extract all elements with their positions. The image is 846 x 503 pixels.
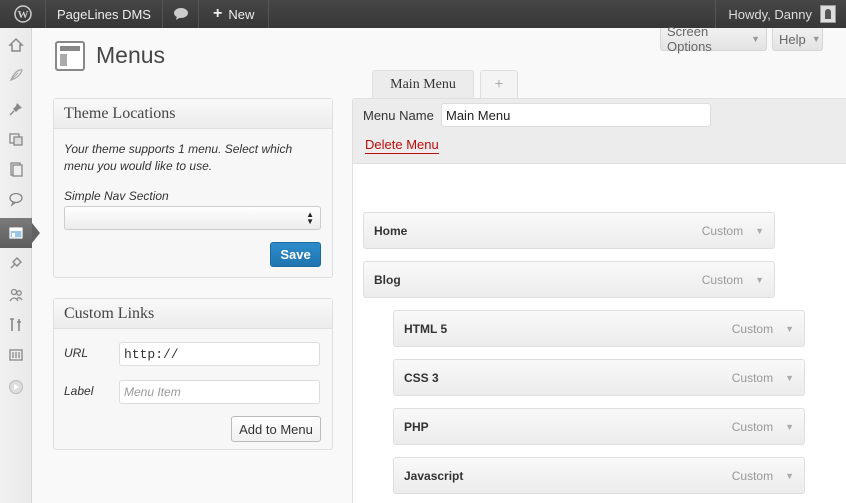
menu-settings[interactable] <box>0 340 32 370</box>
menu-item[interactable]: Javascript Custom ▼ <box>393 457 805 494</box>
tools-icon <box>10 318 21 331</box>
comments-icon <box>9 192 23 207</box>
select-arrows-icon: ▲ ▼ <box>306 210 314 226</box>
menu-item[interactable]: PHP Custom ▼ <box>393 408 805 445</box>
menu-name-input[interactable]: Main Menu <box>441 103 711 127</box>
users-icon <box>9 288 23 302</box>
admin-side-menu <box>0 28 40 503</box>
media-icon <box>9 133 23 146</box>
help-button[interactable]: Help ▼ <box>772 28 823 51</box>
link-label-label: Label <box>64 384 94 398</box>
url-input[interactable]: http:// <box>119 342 320 366</box>
menu-item-type: Custom <box>701 223 744 238</box>
simple-nav-section-label: Simple Nav Section <box>64 189 169 203</box>
menu-pagelines-dms[interactable] <box>0 60 32 90</box>
delete-menu-link[interactable]: Delete Menu <box>365 137 439 154</box>
menu-name-label: Menu Name <box>363 108 434 123</box>
new-content-button[interactable]: + New <box>199 0 270 28</box>
expand-arrow-icon[interactable]: ▼ <box>785 373 794 383</box>
tab-add-menu[interactable]: + <box>480 70 518 99</box>
expand-arrow-icon[interactable]: ▼ <box>785 422 794 432</box>
menus-page-icon <box>55 41 85 71</box>
chevron-down-icon: ▼ <box>811 34 821 44</box>
save-button[interactable]: Save <box>270 242 321 267</box>
new-label: New <box>228 6 255 22</box>
theme-locations-description: Your theme supports 1 menu. Select which… <box>64 142 293 173</box>
help-label: Help <box>779 31 806 47</box>
menu-item-type: Custom <box>731 468 774 483</box>
menu-item-type: Custom <box>701 272 744 287</box>
menu-item-title: HTML 5 <box>404 321 448 336</box>
custom-links-panel: Custom Links URL http:// Label Menu Item… <box>53 298 333 450</box>
avatar <box>820 5 836 23</box>
menu-item-type: Custom <box>731 419 774 434</box>
menu-item[interactable]: CSS 3 Custom ▼ <box>393 359 805 396</box>
menu-pages[interactable] <box>0 154 32 184</box>
greeting-text: Howdy, Danny <box>728 6 812 22</box>
svg-text:W: W <box>17 9 28 21</box>
expand-arrow-icon[interactable]: ▼ <box>785 324 794 334</box>
collapse-menu-button[interactable] <box>0 372 32 402</box>
menu-item[interactable]: Blog Custom ▼ <box>363 261 775 298</box>
dashboard-icon <box>8 37 24 52</box>
pin-icon <box>9 103 22 116</box>
plugins-icon <box>10 257 22 269</box>
menu-item-title: Home <box>374 223 408 238</box>
menu-item-title: PHP <box>404 419 429 434</box>
menu-plugins[interactable] <box>0 248 32 278</box>
expand-arrow-icon[interactable]: ▼ <box>785 471 794 481</box>
screen-options-button[interactable]: Screen Options ▼ <box>660 24 767 54</box>
add-to-menu-button[interactable]: Add to Menu <box>231 416 321 442</box>
theme-locations-title: Theme Locations <box>54 99 332 129</box>
menu-item[interactable]: HTML 5 Custom ▼ <box>393 310 805 347</box>
wordpress-logo-icon: W <box>13 5 32 23</box>
menu-editor-header: Menu Name Main Menu Delete Menu <box>353 99 846 164</box>
screen-options-label: Screen Options <box>667 24 712 54</box>
menu-comments[interactable] <box>0 184 32 214</box>
expand-arrow-icon[interactable]: ▼ <box>755 226 764 236</box>
menu-media[interactable] <box>0 124 32 154</box>
comment-bubble-icon <box>173 8 188 20</box>
menu-item[interactable]: Home Custom ▼ <box>363 212 775 249</box>
tab-main-menu[interactable]: Main Menu <box>372 70 474 99</box>
dms-leaf-icon <box>9 69 23 82</box>
menu-dashboard[interactable] <box>0 30 32 60</box>
expand-arrow-icon[interactable]: ▼ <box>755 275 764 285</box>
settings-icon <box>9 349 23 361</box>
plus-icon: + <box>213 5 223 22</box>
menu-item-title: Blog <box>374 272 401 287</box>
custom-links-title: Custom Links <box>54 299 332 329</box>
comments-button[interactable] <box>163 0 199 28</box>
wordpress-logo-button[interactable]: W <box>0 0 46 28</box>
menu-users[interactable] <box>0 280 32 310</box>
menu-appearance[interactable] <box>0 218 40 248</box>
site-name-link[interactable]: PageLines DMS <box>46 0 163 28</box>
link-label-input[interactable]: Menu Item <box>119 380 320 404</box>
appearance-icon <box>9 227 23 239</box>
page-title: Menus <box>96 42 166 68</box>
menu-item-title: Javascript <box>404 468 464 483</box>
theme-locations-panel: Theme Locations Your theme supports 1 me… <box>53 98 333 278</box>
menu-tools[interactable] <box>0 310 32 340</box>
collapse-icon <box>9 380 23 394</box>
simple-nav-section-select[interactable]: ▲ ▼ <box>64 206 321 230</box>
menu-item-type: Custom <box>731 370 774 385</box>
url-label: URL <box>64 346 89 360</box>
pages-icon <box>10 162 23 177</box>
menu-editor: Menu Name Main Menu Delete Menu Home Cus… <box>352 98 846 503</box>
menu-item-title: CSS 3 <box>404 370 439 385</box>
menu-item-type: Custom <box>731 321 774 336</box>
chevron-down-icon: ▼ <box>751 34 760 44</box>
menu-posts[interactable] <box>0 94 32 124</box>
